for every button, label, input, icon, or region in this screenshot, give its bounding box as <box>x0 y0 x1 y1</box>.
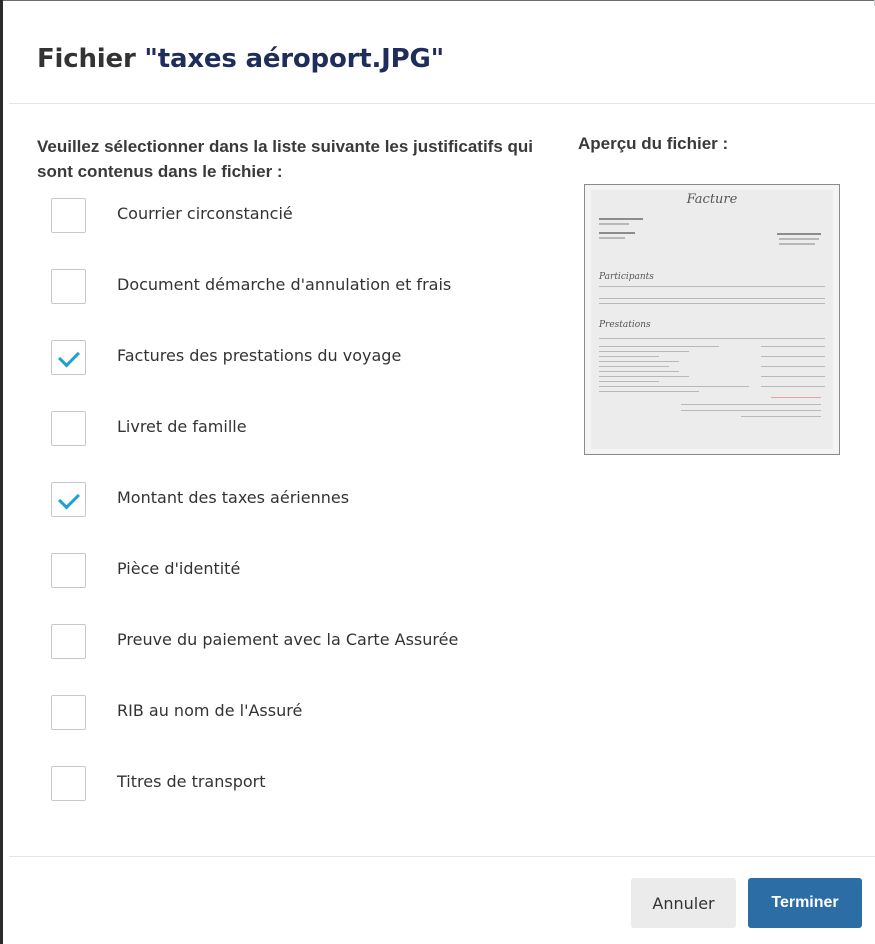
preview-doc-section-participants: Participants <box>599 272 654 282</box>
instructions-text: Veuillez sélectionner dans la liste suiv… <box>37 137 534 181</box>
checkbox-item[interactable]: Document démarche d'annulation et frais <box>51 269 571 340</box>
invoice-preview-image: Facture Participants Prestations <box>591 190 833 449</box>
checkbox-label: Preuve du paiement avec la Carte Assurée <box>117 630 459 649</box>
checkbox-label: Montant des taxes aériennes <box>117 488 350 507</box>
dialog-header: Fichier "taxes aéroport.JPG" <box>9 6 875 104</box>
checkbox-label: Factures des prestations du voyage <box>117 346 402 365</box>
window-top-border <box>0 0 875 1</box>
checkbox-item[interactable]: Livret de famille <box>51 411 571 482</box>
checkbox-item[interactable]: Titres de transport <box>51 766 571 837</box>
checkbox-item[interactable]: Courrier circonstancié <box>51 198 571 269</box>
checkbox-label: RIB au nom de l'Assuré <box>117 701 303 720</box>
window-left-border <box>0 0 3 944</box>
checkbox-item[interactable]: RIB au nom de l'Assuré <box>51 695 571 766</box>
checkbox-item[interactable]: Preuve du paiement avec la Carte Assurée <box>51 624 571 695</box>
dialog-title-filename: "taxes aéroport.JPG" <box>144 44 444 74</box>
cancel-button[interactable]: Annuler <box>631 878 736 928</box>
preview-doc-title: Facture <box>686 192 738 207</box>
file-preview-thumbnail[interactable]: Facture Participants Prestations <box>584 184 840 455</box>
dialog-title: Fichier "taxes aéroport.JPG" <box>37 44 875 74</box>
preview-label: Aperçu du fichier : <box>578 134 729 153</box>
checkbox[interactable] <box>51 198 86 233</box>
checkbox-label: Titres de transport <box>117 772 266 791</box>
checkbox-item[interactable]: Montant des taxes aériennes <box>51 482 571 553</box>
finish-button[interactable]: Terminer <box>748 878 862 928</box>
checkbox-item[interactable]: Pièce d'identité <box>51 553 571 624</box>
dialog-body: Veuillez sélectionner dans la liste suiv… <box>9 104 875 854</box>
checkbox[interactable] <box>51 624 86 659</box>
checkbox[interactable] <box>51 269 86 304</box>
checkbox-checked[interactable] <box>51 482 86 517</box>
dialog-footer: Annuler Terminer <box>9 856 875 944</box>
checkbox[interactable] <box>51 766 86 801</box>
checkbox-label: Livret de famille <box>117 417 247 436</box>
checkbox-item[interactable]: Factures des prestations du voyage <box>51 340 571 411</box>
checkbox-checked[interactable] <box>51 340 86 375</box>
checkbox[interactable] <box>51 553 86 588</box>
checkbox-label: Pièce d'identité <box>117 559 241 578</box>
checkbox-label: Document démarche d'annulation et frais <box>117 275 452 294</box>
justificatifs-list: Courrier circonstancié Document démarche … <box>51 198 571 837</box>
checkbox[interactable] <box>51 695 86 730</box>
file-dialog: Fichier "taxes aéroport.JPG" Veuillez sé… <box>9 6 875 944</box>
dialog-title-prefix: Fichier <box>37 44 145 74</box>
preview-doc-section-prestations: Prestations <box>599 320 651 330</box>
checkbox[interactable] <box>51 411 86 446</box>
checkbox-label: Courrier circonstancié <box>117 204 293 223</box>
